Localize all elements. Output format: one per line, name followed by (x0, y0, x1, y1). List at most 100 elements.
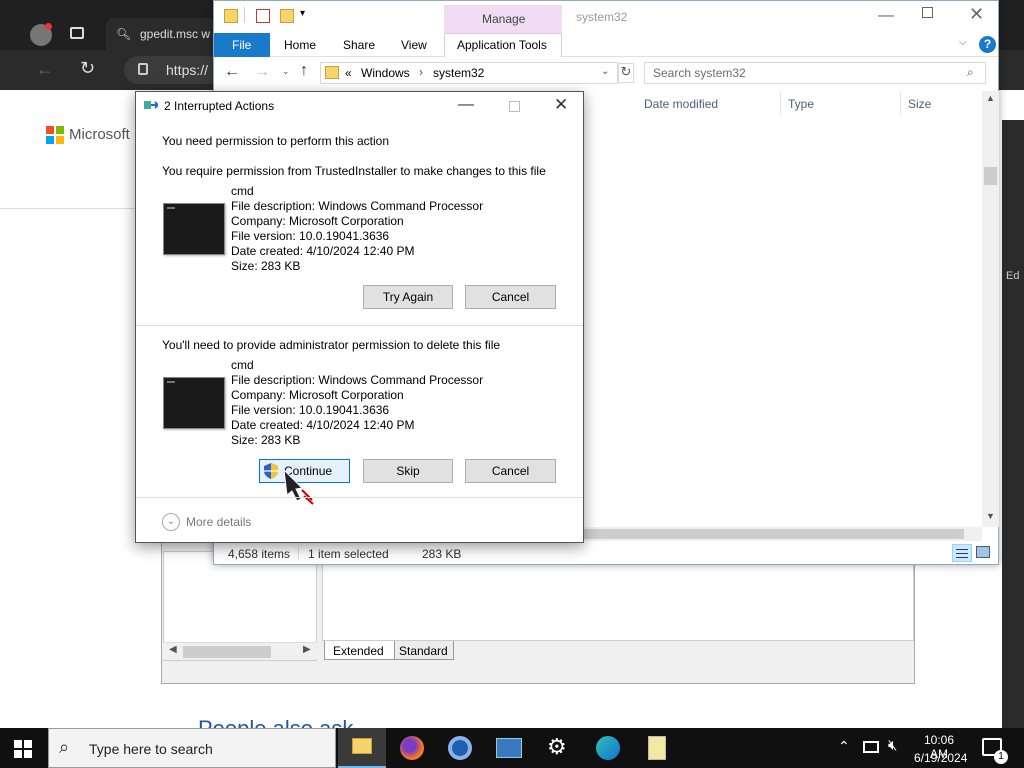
address-bar[interactable]: https:// (124, 56, 224, 84)
file-row[interactable]: 12/7/2019 1:09 AM Application exten... 58 … (639, 410, 977, 431)
maximize-icon[interactable] (922, 7, 933, 18)
chromium-icon[interactable] (448, 736, 472, 760)
ribbon-expand-icon[interactable]: ⌵ (959, 37, 967, 48)
address-box[interactable]: « Windows › system32 ⌄ (320, 62, 618, 84)
scroll-left-icon[interactable]: ◀ (169, 644, 177, 655)
show-hidden-icons-chevron-icon[interactable]: ⌃ (838, 738, 850, 755)
search-box[interactable]: Search system32 ⌕ (644, 62, 986, 84)
ribbon-tab-file[interactable]: File (214, 33, 270, 57)
file-row[interactable]: 4/10/2024 12:56 PM Application exten... 66… (639, 452, 977, 473)
dialog-minimize-icon[interactable]: — (458, 96, 474, 114)
browser-tab[interactable]: 🔍︎ gpedit.msc w (106, 18, 216, 50)
recent-locations-icon[interactable]: ⌄ (282, 66, 290, 77)
scroll-thumb[interactable] (183, 646, 271, 658)
scroll-down-icon[interactable]: ▼ (986, 511, 995, 521)
breadcrumb-overflow[interactable]: « (345, 66, 352, 80)
network-icon[interactable] (863, 741, 879, 753)
back-icon[interactable]: ← (36, 59, 54, 80)
taskbar-search-box[interactable]: ⌕ Type here to search (48, 728, 336, 768)
scroll-up-icon[interactable]: ▲ (986, 93, 995, 103)
try-again-button[interactable]: Try Again (363, 285, 453, 309)
column-divider[interactable] (900, 91, 901, 115)
address-dropdown-icon[interactable]: ⌄ (601, 66, 609, 77)
file-row[interactable]: 12/7/2019 1:09 AM Application exten... 39 … (639, 116, 977, 137)
volume-muted-icon[interactable]: 🔇︎ (888, 737, 897, 754)
ribbon-tab-share[interactable]: Share (343, 38, 375, 52)
file-row[interactable]: 4/10/2024 12:41 PM Application exten... 56… (639, 179, 977, 200)
folder-icon (224, 9, 238, 23)
column-type[interactable]: Type (788, 97, 814, 111)
file-row[interactable]: 12/7/2019 1:09 AM Application exten... 109… (639, 431, 977, 452)
refresh-icon[interactable]: ↻ (80, 58, 95, 79)
profile-badge (45, 23, 52, 30)
file-row[interactable]: 12/7/2019 1:09 AM Application exten... 46 … (639, 305, 977, 326)
forward-arrow-icon[interactable]: → (254, 63, 270, 81)
details-view-icon[interactable] (952, 544, 972, 562)
manage-tab-label[interactable]: Manage (482, 12, 525, 26)
taskbar-file-explorer-button[interactable] (338, 728, 386, 768)
more-details-link[interactable]: More details (186, 515, 251, 529)
scroll-thumb[interactable] (984, 167, 997, 185)
file-row[interactable]: 12/7/2019 1:09 AM Application 96 KB (639, 368, 977, 389)
file-type: Application (788, 372, 847, 386)
section2-cancel-button[interactable]: Cancel (465, 459, 556, 483)
skip-button[interactable]: Skip (363, 459, 453, 483)
tab-standard[interactable]: Standard (394, 641, 454, 660)
control-panel-icon[interactable] (496, 738, 522, 758)
file-row[interactable]: 12/7/2019 1:09 AM Application exten... 21 … (639, 389, 977, 410)
file-row[interactable]: 12/7/2019 1:08 AM Application exten... 70 … (639, 242, 977, 263)
clock-date[interactable]: 6/19/2024 (914, 751, 967, 765)
ribbon-tab-application-tools[interactable]: Application Tools (444, 33, 562, 57)
column-size[interactable]: Size (908, 97, 931, 111)
vertical-scrollbar[interactable]: ▲ ▼ (982, 91, 999, 527)
expand-details-icon[interactable]: ⌄ (162, 513, 180, 531)
start-windows-icon[interactable] (14, 740, 32, 758)
microsoft-logo-text: Microsoft (69, 126, 130, 143)
horizontal-scrollbar[interactable] (584, 527, 982, 541)
scroll-thumb[interactable] (584, 529, 964, 539)
interrupted-actions-dialog: 2 Interrupted Actions — ✕ You need permi… (135, 91, 584, 543)
section1-file-description: File description: Windows Command Proces… (231, 199, 484, 213)
quick-access-dropdown-icon[interactable]: ▾ (300, 8, 305, 19)
file-row[interactable]: 4/10/2024 12:39 PM Application exten... 47… (639, 284, 977, 305)
section1-cancel-button[interactable]: Cancel (465, 285, 556, 309)
file-row[interactable]: 12/7/2019 1:09 AM Application exten... 30 … (639, 347, 977, 368)
file-row[interactable]: 4/10/2024 12:39 PM Application 283 KB (639, 137, 977, 158)
tab-extended[interactable]: Extended (324, 641, 396, 660)
file-size: 283 KB (933, 141, 973, 155)
tab-actions-icon[interactable] (70, 27, 84, 39)
file-size: 30 KB (940, 351, 973, 365)
back-arrow-icon[interactable]: ← (224, 63, 240, 81)
ribbon-tab-view[interactable]: View (401, 38, 427, 52)
scroll-right-icon[interactable]: ▶ (303, 644, 311, 655)
file-row[interactable]: 4/10/2024 12:38 PM Application exten... 10… (639, 263, 977, 284)
settings-gear-icon[interactable]: ⚙ (547, 734, 567, 760)
edge-icon[interactable] (596, 736, 620, 760)
notepad-icon[interactable] (648, 736, 666, 760)
ribbon-tab-application-tools-label: Application Tools (457, 38, 547, 52)
help-icon[interactable]: ? (979, 36, 996, 53)
file-row[interactable]: 4/10/2024 12:40 PM Application exten... 28… (639, 158, 977, 179)
breadcrumb-system32[interactable]: system32 (433, 66, 484, 80)
up-arrow-icon[interactable]: ↑ (300, 62, 308, 80)
column-date-modified[interactable]: Date modified (644, 97, 718, 111)
file-row[interactable]: 12/7/2019 1:09 AM Application 54 KB (639, 221, 977, 242)
minimize-icon[interactable]: — (878, 7, 894, 25)
file-row[interactable]: 12/7/2019 1:09 AM Application 20 KB (639, 200, 977, 221)
horizontal-scrollbar[interactable]: ◀ ▶ (163, 642, 317, 660)
new-folder-icon[interactable] (280, 9, 294, 23)
ribbon-tab-home[interactable]: Home (284, 38, 316, 52)
file-row[interactable]: 12/7/2019 1:09 AM Application 44 KB (639, 326, 977, 347)
refresh-icon[interactable]: ↻ (618, 63, 634, 83)
close-icon[interactable]: ✕ (969, 4, 984, 25)
file-row[interactable]: 12/7/2019 1:08 AM RS File 30 KB (639, 494, 977, 515)
large-icons-view-icon[interactable] (976, 546, 990, 558)
file-row[interactable]: 4/10/2024 12:56 PM Application exten... 17… (639, 515, 977, 526)
file-row[interactable]: 4/10/2024 12:56 PM Application exten... 41… (639, 473, 977, 494)
breadcrumb-windows[interactable]: Windows (361, 66, 410, 80)
column-divider[interactable] (780, 91, 781, 115)
firefox-icon[interactable] (400, 736, 424, 760)
properties-icon[interactable] (256, 9, 270, 23)
file-type: Application exten... (788, 519, 890, 526)
dialog-close-icon[interactable]: ✕ (554, 95, 568, 115)
